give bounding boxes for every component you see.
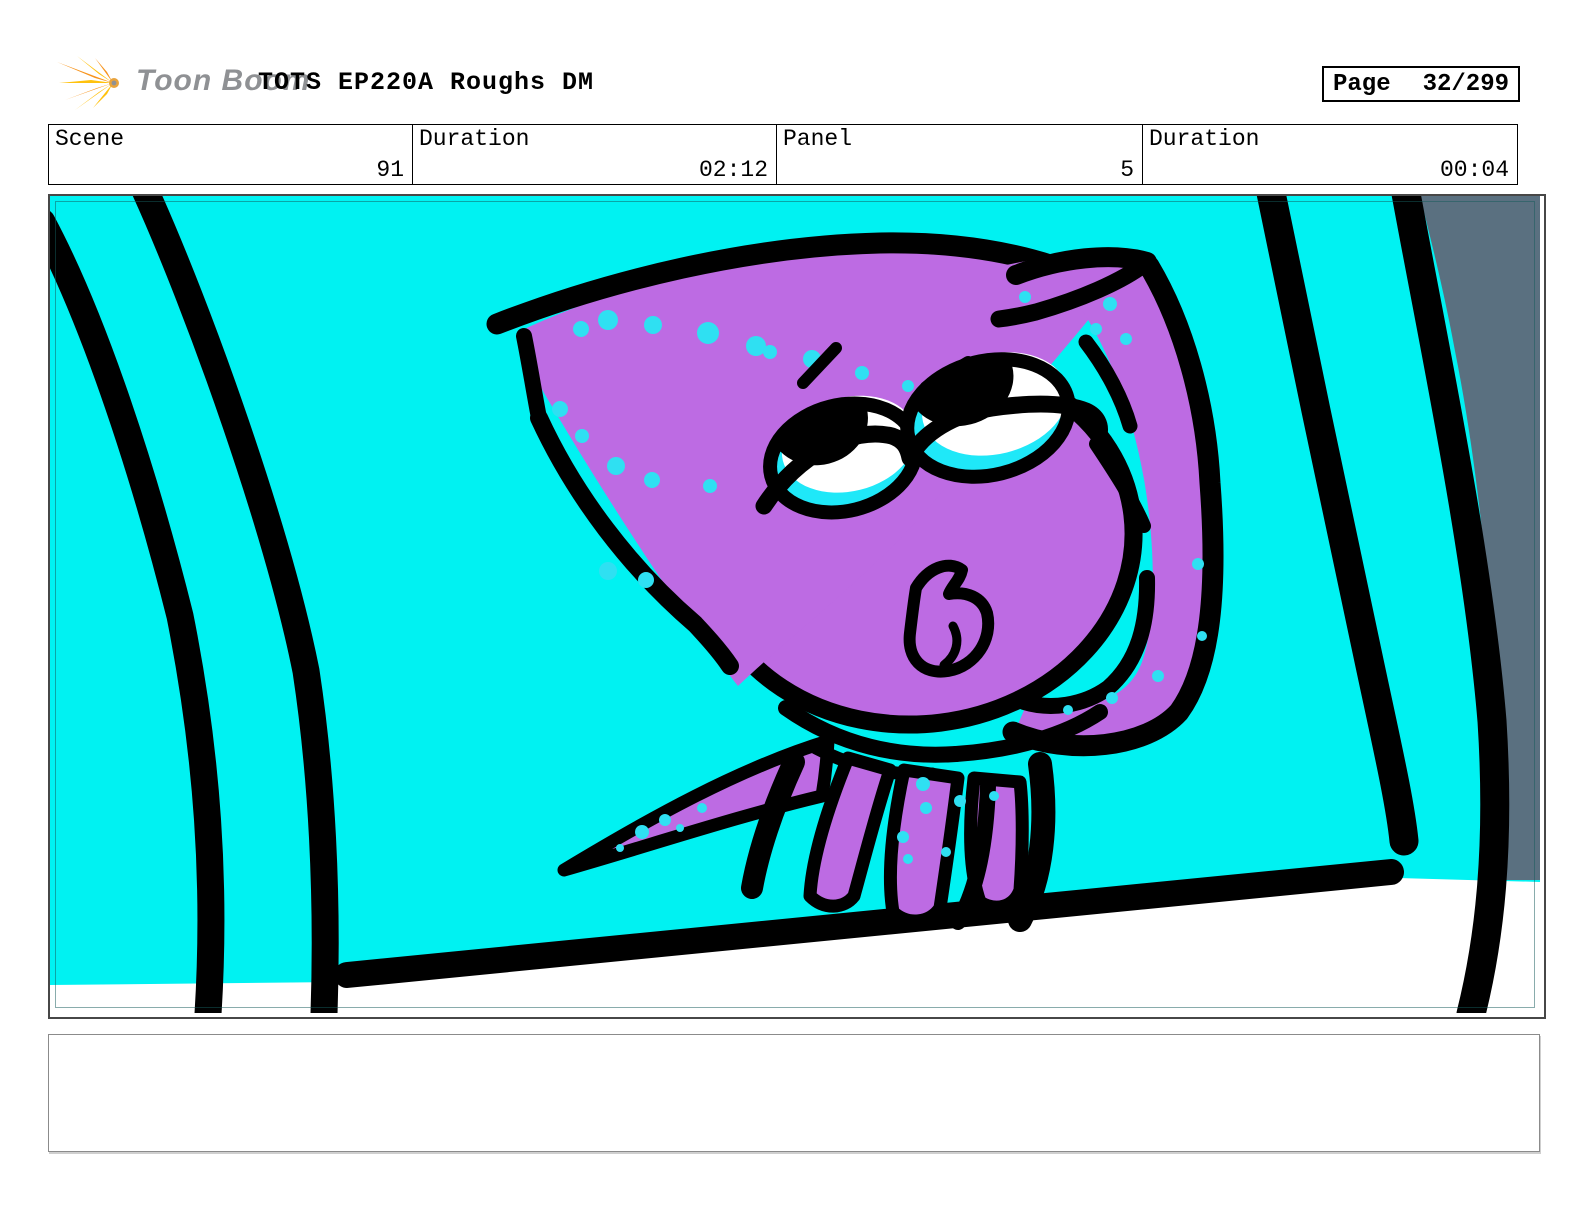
document-title: TOTS EP220A Roughs DM [258,68,595,97]
info-label: Panel [783,126,853,152]
page-number: 32/299 [1422,70,1509,98]
info-label: Duration [1149,126,1260,152]
panel-info-table: Scene 91 Duration 02:12 Panel 5 Duration… [48,124,1518,185]
info-cell-scene: Scene 91 [49,125,413,184]
caption-box[interactable] [48,1034,1540,1152]
info-value: 5 [1120,157,1134,183]
info-cell-panel: Panel 5 [777,125,1143,184]
info-cell-scene-duration: Duration 02:12 [413,125,777,184]
toonboom-logo-icon [57,56,119,110]
info-cell-panel-duration: Duration 00:04 [1143,125,1517,184]
storyboard-panel [48,194,1546,1019]
info-value: 02:12 [698,157,768,183]
info-label: Scene [55,126,125,152]
page-indicator: Page 32/299 [1322,66,1520,102]
info-value: 00:04 [1439,157,1509,183]
info-value: 91 [376,157,404,183]
info-label: Duration [419,126,530,152]
page-label: Page [1333,70,1391,98]
storyboard-drawing [50,196,1540,1013]
